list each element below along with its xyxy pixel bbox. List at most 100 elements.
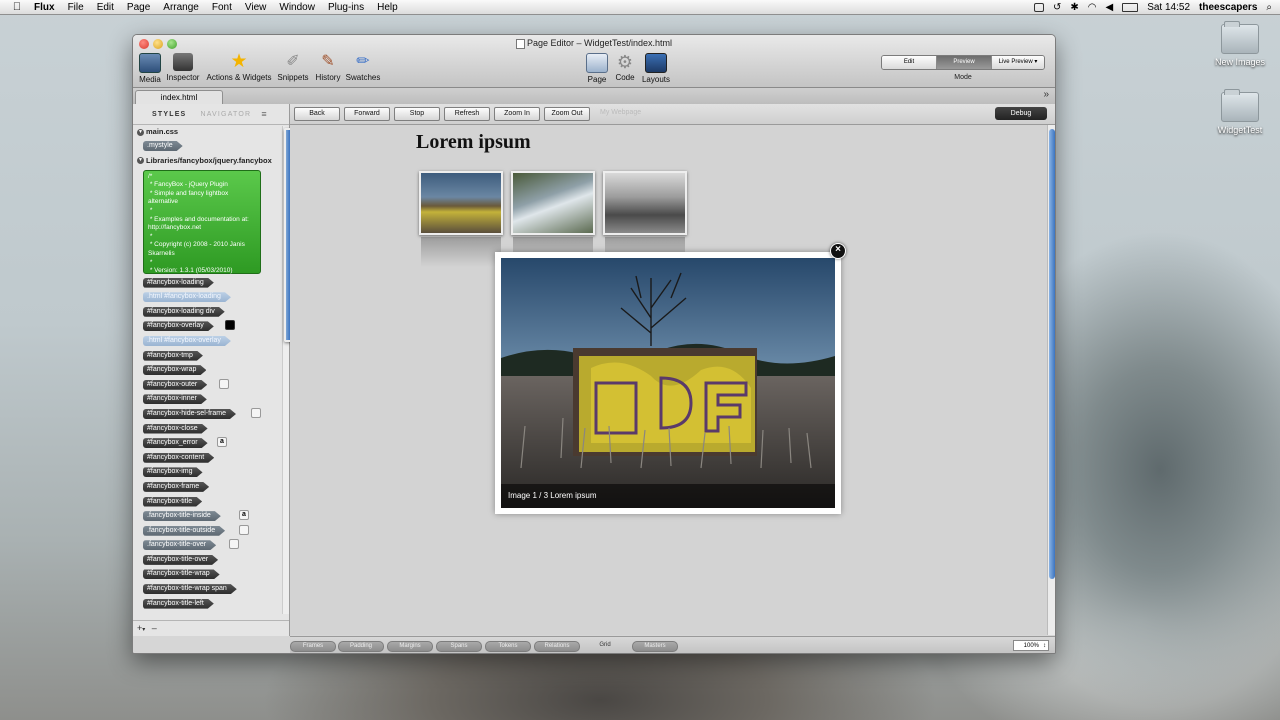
style-rule[interactable]: #fancybox-overlay — [133, 319, 283, 334]
menu-app-name[interactable]: Flux — [34, 2, 55, 13]
menu-edit[interactable]: Edit — [97, 2, 114, 13]
battery-icon[interactable] — [1122, 2, 1139, 12]
color-swatch[interactable] — [219, 378, 229, 389]
menu-help[interactable]: Help — [377, 2, 398, 13]
toolbar-inspector[interactable]: Inspector — [165, 53, 201, 82]
preview-canvas[interactable]: Lorem ipsum Image 1 / 3 Lorem ipsum × — [290, 125, 1047, 635]
mode-preview-button[interactable]: Preview — [937, 56, 992, 69]
lightbox-close-button[interactable]: × — [830, 243, 846, 259]
wifi-icon[interactable]: ◠ — [1088, 2, 1097, 13]
style-rule[interactable]: .html #fancybox-loading — [133, 290, 283, 305]
toggle-grid[interactable]: Grid — [583, 641, 627, 650]
stylesheet-main-css[interactable]: ▼ main.css — [133, 125, 283, 139]
desktop-folder-widgettest[interactable]: WidgetTest — [1210, 89, 1270, 135]
stop-button[interactable]: Stop — [394, 107, 440, 121]
style-rule-pill[interactable]: #fancybox-hide-sel-frame — [143, 409, 236, 419]
forward-button[interactable]: Forward — [344, 107, 390, 121]
style-rule[interactable]: .mystyle — [133, 139, 283, 154]
style-rule[interactable]: #fancybox-title-over — [133, 553, 283, 568]
style-rule[interactable]: #fancybox-frame — [133, 480, 283, 495]
menu-file[interactable]: File — [68, 2, 84, 13]
panel-grip-icon[interactable]: ≡ — [261, 109, 267, 119]
style-rule[interactable]: #fancybox-title — [133, 495, 283, 510]
style-rule-pill[interactable]: .html #fancybox-loading — [143, 292, 231, 302]
gallery-thumbnail-2[interactable] — [511, 171, 595, 235]
menu-view[interactable]: View — [245, 2, 267, 13]
toolbar-page[interactable]: Page — [585, 53, 609, 84]
style-rule[interactable]: #fancybox-close — [133, 422, 283, 437]
apple-menu-icon[interactable]:  — [0, 1, 34, 13]
toolbar-layouts[interactable]: Layouts — [640, 53, 672, 84]
color-swatch[interactable] — [229, 539, 239, 550]
mode-edit-button[interactable]: Edit — [882, 56, 937, 69]
style-rule-pill[interactable]: #fancybox-inner — [143, 394, 207, 404]
color-swatch[interactable] — [251, 407, 261, 418]
toggle-relations[interactable]: Relations — [534, 641, 580, 652]
refresh-button[interactable]: Refresh — [444, 107, 490, 121]
css-comment-block[interactable]: /* * FancyBox - jQuery Plugin * Simple a… — [143, 169, 261, 274]
style-rule[interactable]: #fancybox-content — [133, 451, 283, 466]
style-rule-pill[interactable]: .fancybox-title-outside — [143, 526, 225, 536]
spotlight-search-icon[interactable]: ⌕ — [1266, 2, 1272, 13]
tab-styles[interactable]: STYLES — [152, 111, 186, 118]
gallery-thumbnail-3[interactable] — [603, 171, 687, 235]
toolbar-actions-widgets[interactable]: ★ Actions & Widgets — [205, 52, 273, 82]
style-rule-pill[interactable]: .fancybox-title-inside — [143, 511, 221, 521]
toggle-tokens[interactable]: Tokens — [485, 641, 531, 652]
style-rule[interactable]: #fancybox-loading — [133, 276, 283, 291]
style-rule-pill[interactable]: #fancybox-loading — [143, 278, 214, 288]
style-rule[interactable]: #fancybox-loading div — [133, 305, 283, 320]
style-rule[interactable]: #fancybox-wrap — [133, 363, 283, 378]
toolbar-media[interactable]: Media — [137, 53, 163, 84]
style-rule-pill[interactable]: #fancybox-img — [143, 467, 203, 477]
style-rule[interactable]: #fancybox-hide-sel-frame — [133, 407, 283, 422]
style-rule-pill[interactable]: .fancybox-title-over — [143, 540, 216, 550]
style-rule-pill[interactable]: #fancybox-title-over — [143, 555, 218, 565]
user-name[interactable]: theescapers — [1199, 2, 1257, 13]
stepper-icon[interactable]: ↕ — [1043, 641, 1046, 652]
style-rule[interactable]: #fancybox-title-wrap span — [133, 582, 283, 597]
toolbar-swatches[interactable]: ✏ Swatches — [345, 53, 381, 82]
gallery-thumbnail-1[interactable] — [419, 171, 503, 235]
disclosure-triangle-icon[interactable]: ▼ — [137, 128, 144, 136]
font-preview-swatch[interactable]: a — [239, 510, 249, 521]
tab-index-html[interactable]: index.html — [135, 90, 223, 105]
menu-window[interactable]: Window — [279, 2, 315, 13]
style-rule[interactable]: #fancybox-tmp — [133, 349, 283, 364]
toolbar-snippets[interactable]: ✐ Snippets — [275, 53, 311, 82]
zoom-level-field[interactable]: 100% ↕ — [1013, 640, 1049, 651]
style-rule-pill[interactable]: #fancybox-content — [143, 453, 214, 463]
style-rule-pill[interactable]: #fancybox-close — [143, 424, 208, 434]
styles-scrollbar[interactable] — [282, 126, 292, 614]
style-rule[interactable]: #fancybox_error a — [133, 436, 283, 451]
style-rule-pill[interactable]: #fancybox-frame — [143, 482, 209, 492]
lightbox-image[interactable] — [501, 258, 835, 508]
menu-font[interactable]: Font — [212, 2, 232, 13]
style-rule-pill[interactable]: #fancybox-title-wrap span — [143, 584, 237, 594]
style-rule-pill[interactable]: #fancybox-title-wrap — [143, 569, 220, 579]
toolbar-code[interactable]: ⚙ Code — [613, 53, 637, 82]
time-machine-icon[interactable]: ↺ — [1053, 2, 1061, 13]
style-rule-pill[interactable]: .html #fancybox-overlay — [143, 336, 231, 346]
menu-page[interactable]: Page — [127, 2, 150, 13]
style-rule-pill[interactable]: #fancybox-overlay — [143, 321, 214, 331]
style-rule-pill[interactable]: #fancybox-tmp — [143, 351, 203, 361]
style-rule-pill[interactable]: #fancybox-outer — [143, 380, 207, 390]
style-rule[interactable]: #fancybox-img — [133, 465, 283, 480]
stylesheet-fancybox[interactable]: ▼ Libraries/fancybox/jquery.fancybox — [133, 154, 283, 168]
zoom-out-button[interactable]: Zoom Out — [544, 107, 590, 121]
style-rule[interactable]: #fancybox-outer — [133, 378, 283, 393]
style-rule-pill[interactable]: #fancybox-title — [143, 497, 202, 507]
toggle-margins[interactable]: Margins — [387, 641, 433, 652]
menu-plugins[interactable]: Plug-ins — [328, 2, 364, 13]
tab-navigator[interactable]: NAVIGATOR — [200, 111, 251, 118]
remove-style-button[interactable]: – — [152, 623, 157, 633]
preview-scrollbar[interactable] — [1047, 125, 1055, 635]
style-rule[interactable]: .fancybox-title-over — [133, 538, 283, 553]
style-rule[interactable]: .html #fancybox-overlay — [133, 334, 283, 349]
style-rule-pill[interactable]: #fancybox-wrap — [143, 365, 206, 375]
style-rule-pill[interactable]: #fancybox_error — [143, 438, 208, 448]
toggle-padding[interactable]: Padding — [338, 641, 384, 652]
style-rule-pill[interactable]: #fancybox-loading div — [143, 307, 225, 317]
style-rule-pill[interactable]: .mystyle — [143, 141, 183, 151]
